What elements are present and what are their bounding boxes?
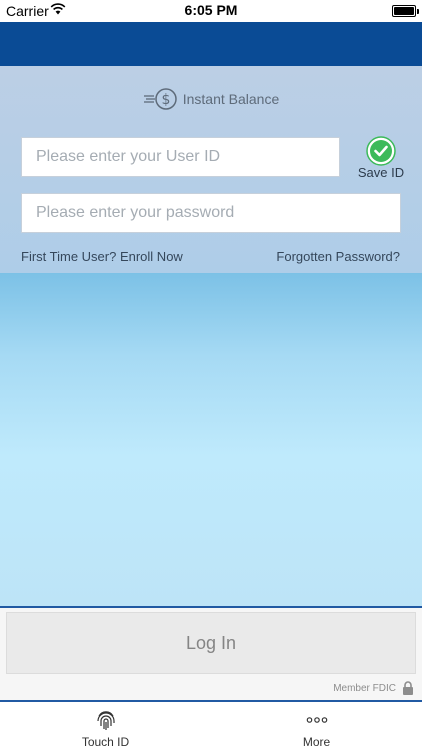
enroll-link[interactable]: First Time User? Enroll Now [21, 249, 183, 264]
sky-background [0, 273, 422, 606]
instant-balance-button[interactable]: $ Instant Balance [0, 86, 422, 112]
instant-balance-label: Instant Balance [182, 91, 280, 107]
fdic-label: Member FDIC [333, 682, 396, 694]
battery-icon [392, 5, 419, 17]
login-button[interactable]: Log In [6, 612, 416, 674]
login-button-label: Log In [185, 632, 237, 653]
fingerprint-icon [96, 711, 115, 730]
forgot-password-link[interactable]: Forgotten Password? [276, 249, 400, 264]
tab-more[interactable]: More [211, 702, 422, 750]
checkmark-icon [366, 136, 396, 166]
tab-more-label: More [302, 735, 331, 749]
user-id-input[interactable]: Please enter your User ID [21, 137, 340, 177]
more-dots-icon [306, 717, 327, 723]
save-id-checkbox[interactable]: Save ID [355, 136, 405, 180]
password-placeholder: Please enter your password [36, 204, 235, 221]
save-id-label: Save ID [357, 165, 405, 180]
member-fdic: Member FDIC [333, 681, 414, 695]
tab-bar: Touch ID More [0, 700, 422, 750]
tab-touch-id-label: Touch ID [81, 735, 130, 749]
lock-icon [403, 681, 413, 695]
app-header [0, 22, 422, 66]
tab-touch-id[interactable]: Touch ID [0, 702, 211, 750]
dollar-coin-icon: $ [143, 88, 177, 110]
status-bar: Carrier 6:05 PM [0, 0, 422, 22]
svg-text:$: $ [161, 92, 170, 108]
password-input[interactable]: Please enter your password [21, 193, 401, 233]
clock-time: 6:05 PM [184, 2, 238, 18]
user-id-placeholder: Please enter your User ID [36, 148, 221, 165]
